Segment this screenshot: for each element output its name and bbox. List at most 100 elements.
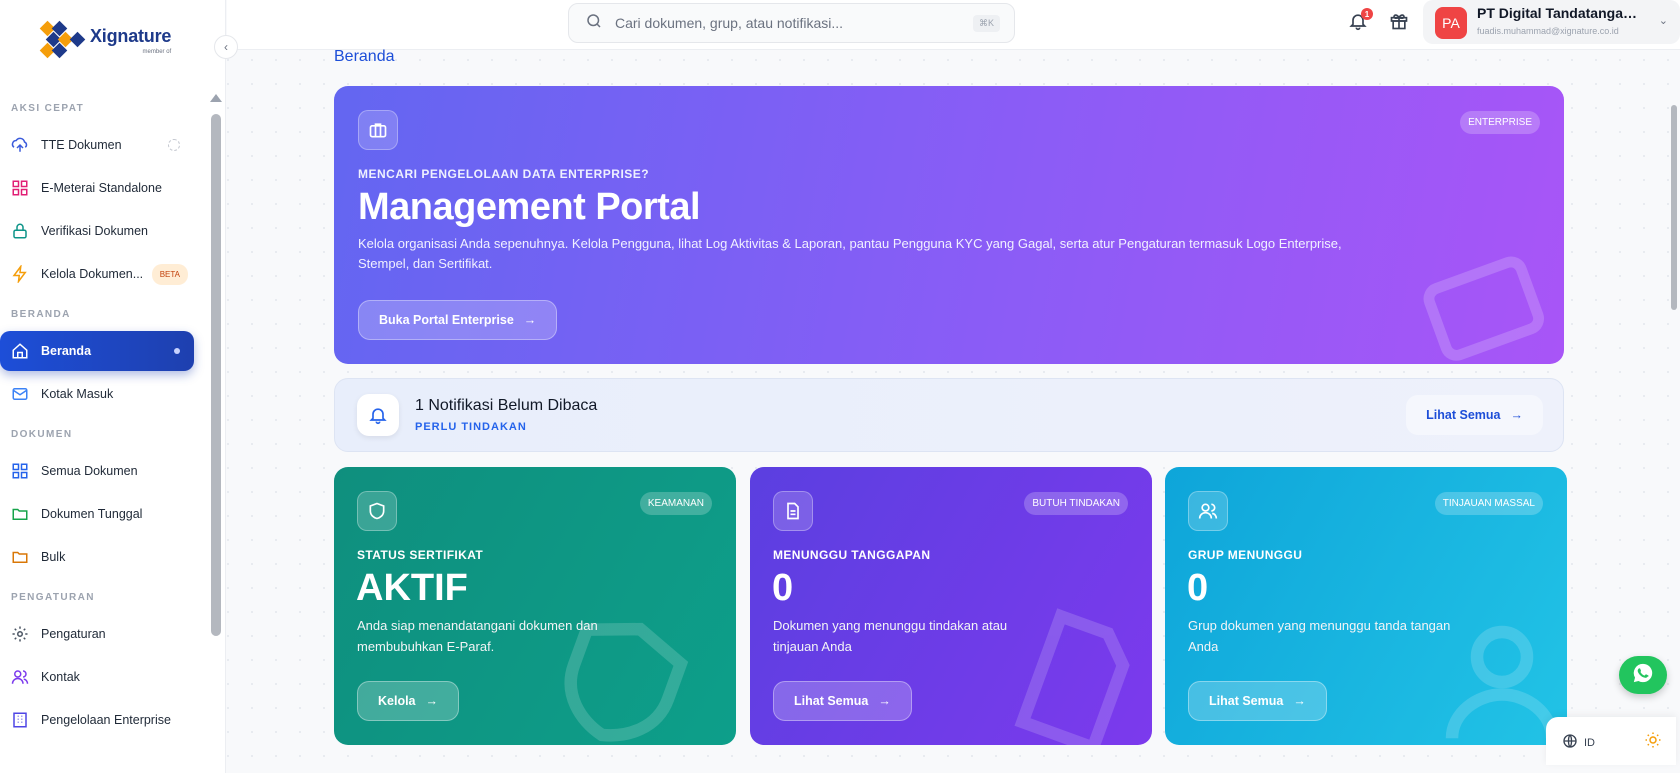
breadcrumb[interactable]: Beranda <box>334 48 395 66</box>
gift-button[interactable] <box>1388 12 1410 34</box>
sidebar-item-kontak[interactable]: Kontak <box>0 657 194 697</box>
gift-icon <box>1389 11 1409 36</box>
view-all-groups-button[interactable]: Lihat Semua → <box>1188 681 1327 721</box>
card-tag: BUTUH TINDAKAN <box>1024 492 1128 515</box>
whatsapp-chat-button[interactable] <box>1619 656 1667 694</box>
arrow-right-icon: → <box>1510 408 1524 422</box>
sidebar-item-label: Beranda <box>41 344 92 358</box>
sidebar-item-beranda[interactable]: Beranda <box>0 331 194 371</box>
button-label: Buka Portal Enterprise <box>379 313 514 327</box>
sidebar-item-bulk[interactable]: Bulk <box>0 537 194 577</box>
search-input[interactable]: Cari dokumen, grup, atau notifikasi... ⌘… <box>568 3 1015 43</box>
sidebar-item-dokumen-tunggal[interactable]: Dokumen Tunggal <box>0 494 194 534</box>
home-icon <box>11 342 29 360</box>
search-shortcut: ⌘K <box>972 14 1000 32</box>
arrow-right-icon: → <box>1293 694 1306 708</box>
arrow-right-icon: → <box>425 694 439 708</box>
arrow-right-icon: → <box>878 694 891 708</box>
sidebar-item-label: Kontak <box>41 670 80 684</box>
brand-name: Xignature <box>90 25 172 46</box>
card-value: 0 <box>772 567 794 609</box>
building-icon <box>11 711 29 729</box>
brand-logo[interactable]: Xignature member of <box>38 20 171 60</box>
folder-icon <box>11 548 29 566</box>
button-label: Lihat Semua <box>1426 408 1501 422</box>
manage-certificate-button[interactable]: Kelola → <box>357 681 460 721</box>
grid-icon <box>11 179 29 197</box>
sidebar-item-kelola-dokumen[interactable]: Kelola Dokumen... BETA <box>0 254 194 294</box>
card-label: MENUNGGU TANGGAPAN <box>773 548 931 562</box>
gear-icon <box>11 625 29 643</box>
sidebar-item-pengaturan[interactable]: Pengaturan <box>0 614 194 654</box>
management-portal-banner: ENTERPRISE MENCARI PENGELOLAAN DATA ENTE… <box>334 86 1564 364</box>
shield-watermark-icon <box>546 607 696 745</box>
users-icon <box>11 668 29 686</box>
hero-eyebrow: MENCARI PENGELOLAAN DATA ENTERPRISE? <box>358 167 650 181</box>
sidebar-scrollbar[interactable] <box>211 114 221 636</box>
document-icon <box>773 491 813 531</box>
sidebar-item-semua-dokumen[interactable]: Semua Dokumen <box>0 451 194 491</box>
sidebar-item-label: E-Meterai Standalone <box>41 181 162 195</box>
brand-sub: member of <box>142 48 172 55</box>
page-scrollbar[interactable] <box>1671 105 1677 310</box>
sidebar-item-kotak-masuk[interactable]: Kotak Masuk <box>0 374 194 414</box>
sidebar-item-label: TTE Dokumen <box>41 138 122 152</box>
card-label: GRUP MENUNGGU <box>1188 548 1303 562</box>
enterprise-badge: ENTERPRISE <box>1460 111 1540 134</box>
card-value: AKTIF <box>356 567 468 609</box>
card-description: Grup dokumen yang menunggu tanda tangan … <box>1188 618 1451 654</box>
certificate-status-card: KEAMANAN STATUS SERTIFIKAT AKTIF Anda si… <box>334 467 736 745</box>
briefcase-icon <box>358 110 398 150</box>
profile-name: PT Digital Tandatangan Asli <box>1477 5 1637 21</box>
sidebar-item-e-meterai[interactable]: E-Meterai Standalone <box>0 168 194 208</box>
search-icon <box>585 12 603 35</box>
document-watermark-icon <box>1002 607 1152 745</box>
notification-subtitle: PERLU TINDAKAN <box>415 421 527 433</box>
sidebar-item-label: Pengaturan <box>41 627 106 641</box>
beta-badge: BETA <box>151 263 188 285</box>
scroll-up-icon[interactable] <box>210 94 222 102</box>
mail-icon <box>11 385 29 403</box>
folder-icon <box>11 505 29 523</box>
hero-title: Management Portal <box>358 186 701 228</box>
briefcase-watermark-icon <box>1416 236 1546 364</box>
active-dot-icon <box>174 348 180 354</box>
topbar: Cari dokumen, grup, atau notifikasi... ⌘… <box>227 0 1680 50</box>
loading-icon <box>168 139 180 151</box>
sidebar-nav: AKSI CEPAT TTE Dokumen E-Meterai Standal… <box>0 96 200 743</box>
button-label: Lihat Semua <box>1209 694 1284 708</box>
card-label: STATUS SERTIFIKAT <box>357 548 484 562</box>
awaiting-response-card: BUTUH TINDAKAN MENUNGGU TANGGAPAN 0 Doku… <box>750 467 1152 745</box>
avatar: PA <box>1435 7 1467 39</box>
search-placeholder: Cari dokumen, grup, atau notifikasi... <box>615 15 844 31</box>
sidebar-item-label: Kotak Masuk <box>41 387 114 401</box>
upload-cloud-icon <box>11 136 29 154</box>
section-aksi-cepat: AKSI CEPAT <box>11 103 85 114</box>
profile-email: fuadis.muhammad@xignature.co.id <box>1477 26 1619 36</box>
sidebar-item-label: Semua Dokumen <box>41 464 138 478</box>
view-all-notifications-button[interactable]: Lihat Semua → <box>1406 395 1543 435</box>
users-icon <box>1188 491 1228 531</box>
card-tag: TINJAUAN MASSAL <box>1434 492 1543 515</box>
sun-icon <box>1644 732 1662 753</box>
button-label: Kelola <box>378 694 416 708</box>
section-beranda: BERANDA <box>11 309 71 320</box>
language-switcher[interactable]: ID <box>1562 733 1595 752</box>
card-tag: KEAMANAN <box>639 492 712 515</box>
profile-menu[interactable]: PA PT Digital Tandatangan Asli fuadis.mu… <box>1423 0 1680 44</box>
chevron-down-icon: ⌄ <box>1658 15 1668 27</box>
hero-description: Kelola organisasi Anda sepenuhnya. Kelol… <box>358 236 1342 271</box>
notification-title: 1 Notifikasi Belum Dibaca <box>415 397 598 414</box>
notification-button[interactable]: 1 <box>1347 8 1373 34</box>
view-all-documents-button[interactable]: Lihat Semua → <box>773 681 912 721</box>
sidebar-item-label: Verifikasi Dokumen <box>41 224 148 238</box>
open-enterprise-portal-button[interactable]: Buka Portal Enterprise → <box>358 300 558 340</box>
theme-toggle-button[interactable] <box>1644 731 1662 754</box>
logo-mark-icon <box>38 20 86 60</box>
notification-banner: 1 Notifikasi Belum Dibaca PERLU TINDAKAN… <box>334 378 1564 452</box>
collapse-sidebar-button[interactable]: ‹ <box>214 35 238 59</box>
sidebar-item-verifikasi[interactable]: Verifikasi Dokumen <box>0 211 194 251</box>
sidebar-item-pengelolaan-enterprise[interactable]: Pengelolaan Enterprise <box>0 700 194 740</box>
sidebar-item-tte-dokumen[interactable]: TTE Dokumen <box>0 125 194 165</box>
grid-icon <box>11 462 29 480</box>
